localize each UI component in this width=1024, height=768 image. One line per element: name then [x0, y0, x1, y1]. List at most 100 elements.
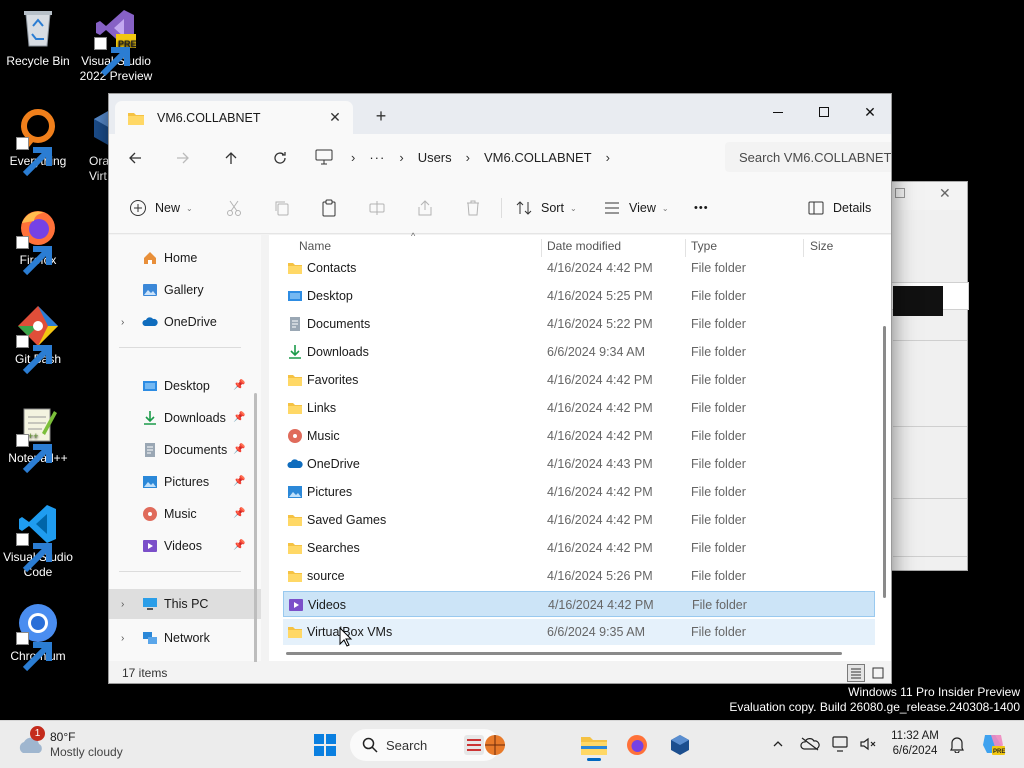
paste-button[interactable] — [320, 196, 338, 220]
desktop-icon-recycle-bin[interactable]: Recycle Bin — [0, 6, 76, 69]
search-input[interactable]: Search VM6.COLLABNET — [725, 142, 891, 172]
chevron-right-icon[interactable]: › — [395, 150, 407, 165]
file-row[interactable]: VirtualBox VMs 6/6/2024 9:35 AM File folde… — [283, 619, 875, 645]
close-window-button[interactable]: ✕ — [847, 98, 891, 126]
file-row[interactable]: Contacts 4/16/2024 4:42 PM File folder — [283, 255, 875, 281]
breadcrumb[interactable]: › ··· › Users › VM6.COLLABNET › — [315, 142, 715, 172]
chevron-right-icon[interactable]: › — [602, 150, 614, 165]
nav-item-videos[interactable]: Videos 📌 — [109, 533, 261, 559]
maximize-icon[interactable] — [895, 188, 905, 198]
share-button[interactable] — [416, 196, 434, 220]
horizontal-scrollbar[interactable] — [286, 652, 842, 655]
downloads-icon — [287, 344, 303, 360]
nav-item-downloads[interactable]: Downloads 📌 — [109, 405, 261, 431]
pin-icon[interactable]: 📌 — [233, 444, 245, 456]
onedrive-tray-button[interactable] — [799, 733, 821, 755]
file-row[interactable]: OneDrive 4/16/2024 4:43 PM File folder — [283, 451, 875, 477]
taskbar-file-explorer[interactable] — [576, 727, 612, 763]
desktop-icon-vscode[interactable]: Visual Studio Code — [0, 502, 76, 580]
chevron-right-icon[interactable]: › — [121, 633, 124, 644]
breadcrumb-overflow[interactable]: ··· — [359, 150, 395, 165]
pin-icon[interactable]: 📌 — [233, 540, 245, 552]
start-button[interactable] — [307, 727, 343, 763]
chevron-right-icon[interactable]: › — [462, 150, 474, 165]
vertical-scrollbar[interactable] — [883, 326, 886, 598]
background-window-titlebar[interactable]: ✕ — [881, 182, 967, 210]
file-explorer-window[interactable]: VM6.COLLABNET ✕ + ✕ › ··· › Users › VM6.… — [108, 93, 892, 684]
details-pane-button[interactable]: Details — [807, 196, 871, 220]
file-row[interactable]: Desktop 4/16/2024 5:25 PM File folder — [283, 283, 875, 309]
delete-button[interactable] — [464, 196, 482, 220]
forward-button[interactable] — [169, 146, 197, 170]
desktop-icon-git-bash[interactable]: Git Bash — [0, 304, 76, 375]
taskbar-search-box[interactable]: Search — [350, 729, 505, 761]
refresh-button[interactable] — [266, 146, 294, 170]
title-bar[interactable]: VM6.COLLABNET ✕ + ✕ — [109, 94, 891, 134]
file-row[interactable]: Music 4/16/2024 4:42 PM File folder — [283, 423, 875, 449]
desktop-icon-virtualbox[interactable]: Ora Virt — [78, 106, 108, 184]
breadcrumb-item[interactable]: Users — [408, 150, 462, 165]
desktop-icon-chromium[interactable]: Chromium — [0, 601, 76, 672]
this-pc-icon[interactable] — [315, 149, 333, 165]
pin-icon[interactable]: 📌 — [233, 476, 245, 488]
view-button[interactable]: View ⌄ — [603, 196, 669, 220]
pin-icon[interactable]: 📌 — [233, 412, 245, 424]
notifications-button[interactable] — [946, 733, 968, 755]
close-icon[interactable]: ✕ — [939, 185, 951, 202]
nav-scrollbar[interactable] — [254, 393, 257, 683]
nav-item-desktop[interactable]: Desktop 📌 — [109, 373, 261, 399]
close-tab-icon[interactable]: ✕ — [327, 109, 343, 125]
pin-icon[interactable]: 📌 — [233, 508, 245, 520]
chevron-right-icon[interactable]: › — [121, 599, 124, 610]
file-row[interactable]: Saved Games 4/16/2024 4:42 PM File folder — [283, 507, 875, 533]
cut-button[interactable] — [225, 196, 243, 220]
file-row[interactable]: source 4/16/2024 5:26 PM File folder — [283, 563, 875, 589]
minimize-button[interactable] — [755, 98, 801, 126]
taskbar-virtualbox[interactable] — [662, 727, 698, 763]
chevron-right-icon[interactable]: › — [121, 317, 124, 328]
file-row[interactable]: Videos 4/16/2024 4:42 PM File folder — [283, 591, 875, 617]
nav-item-onedrive[interactable]: › OneDrive — [109, 309, 261, 335]
new-tab-button[interactable]: + — [371, 106, 391, 126]
tiles-view-button[interactable] — [869, 664, 887, 682]
nav-item-network[interactable]: › Network — [109, 625, 261, 651]
taskbar-firefox[interactable] — [619, 727, 655, 763]
file-row[interactable]: Favorites 4/16/2024 4:42 PM File folder — [283, 367, 875, 393]
more-options-button[interactable]: ••• — [694, 196, 709, 220]
background-window[interactable]: ✕ — [880, 181, 969, 571]
chevron-right-icon[interactable]: › — [347, 150, 359, 165]
file-row[interactable]: Downloads 6/6/2024 9:34 AM File folder — [283, 339, 875, 365]
desktop-icon-everything[interactable]: Everything — [0, 106, 76, 177]
nav-item-pictures[interactable]: Pictures 📌 — [109, 469, 261, 495]
display-tray-button[interactable] — [830, 733, 852, 755]
file-row[interactable]: Links 4/16/2024 4:42 PM File folder — [283, 395, 875, 421]
maximize-button[interactable] — [801, 98, 847, 126]
nav-item-documents[interactable]: Documents 📌 — [109, 437, 261, 463]
copy-button[interactable] — [273, 196, 291, 220]
desktop-icon-firefox[interactable]: Firefox — [0, 205, 76, 276]
details-view-button[interactable] — [847, 664, 865, 682]
up-button[interactable] — [217, 146, 245, 170]
new-button[interactable]: New ⌄ — [129, 196, 193, 220]
rename-button[interactable] — [368, 196, 386, 220]
file-name: Searches — [307, 541, 360, 555]
sort-button[interactable]: Sort ⌄ — [515, 196, 577, 220]
file-row[interactable]: Documents 4/16/2024 5:22 PM File folder — [283, 311, 875, 337]
show-hidden-icons-button[interactable] — [767, 733, 789, 755]
copilot-button[interactable]: PRE — [980, 731, 1006, 757]
pin-icon[interactable]: 📌 — [233, 380, 245, 392]
breadcrumb-item[interactable]: VM6.COLLABNET — [474, 150, 602, 165]
nav-item-this-pc[interactable]: › This PC — [109, 589, 261, 619]
clock[interactable]: 11:32 AM 6/6/2024 — [882, 729, 948, 759]
desktop-icon-visual-studio[interactable]: PRE Visual Studio 2022 Preview — [78, 6, 154, 84]
tab-current-folder[interactable]: VM6.COLLABNET ✕ — [115, 101, 353, 134]
nav-item-music[interactable]: Music 📌 — [109, 501, 261, 527]
desktop-icon-notepad-plus-plus[interactable]: ++ Notepad++ — [0, 403, 76, 474]
file-row[interactable]: Searches 4/16/2024 4:42 PM File folder — [283, 535, 875, 561]
file-row[interactable]: Pictures 4/16/2024 4:42 PM File folder — [283, 479, 875, 505]
nav-item-gallery[interactable]: Gallery — [109, 277, 261, 303]
back-button[interactable] — [121, 146, 149, 170]
chevron-down-icon: ⌄ — [186, 203, 193, 213]
nav-item-home[interactable]: Home — [109, 245, 261, 271]
volume-tray-button[interactable] — [857, 733, 879, 755]
